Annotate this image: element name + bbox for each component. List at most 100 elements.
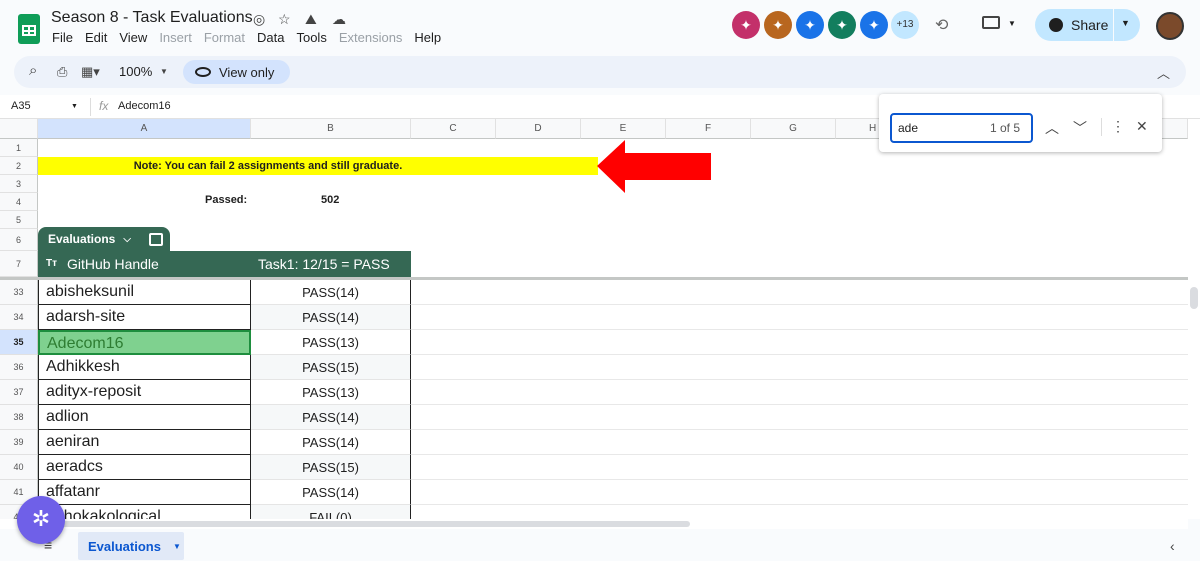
- row-header[interactable]: 2: [0, 157, 38, 175]
- chevron-down-icon[interactable]: ⌵: [123, 234, 131, 245]
- menu-item-help[interactable]: Help: [408, 31, 447, 45]
- view-only-badge[interactable]: View only: [183, 60, 290, 84]
- zoom-chevron-icon[interactable]: ▼: [160, 67, 168, 76]
- row-header[interactable]: 33: [0, 280, 38, 305]
- spreadsheet-grid[interactable]: A B C D E F G H 1 2 3 4 5 6 7 Note: You …: [0, 119, 1188, 519]
- grid-line: [411, 379, 1188, 380]
- row-header[interactable]: 39: [0, 430, 38, 455]
- collaborator-avatar[interactable]: ✦: [828, 11, 856, 39]
- vertical-scrollbar[interactable]: [1188, 119, 1200, 519]
- row-header[interactable]: 34: [0, 305, 38, 330]
- menu-item-tools[interactable]: Tools: [290, 31, 332, 45]
- share-button[interactable]: Share ▼: [1035, 9, 1140, 41]
- sheets-logo-icon[interactable]: [18, 14, 40, 44]
- row-header[interactable]: 3: [0, 175, 38, 193]
- passed-label: Passed:: [205, 194, 248, 206]
- github-handle-cell[interactable]: a7hokakological: [38, 505, 251, 519]
- github-handle-cell[interactable]: adlion: [38, 405, 251, 430]
- github-handle-cell[interactable]: abisheksunil: [38, 280, 251, 305]
- column-header[interactable]: D: [496, 119, 581, 139]
- note-cell[interactable]: Note: You can fail 2 assignments and sti…: [38, 157, 598, 175]
- meet-video-icon[interactable]: [982, 16, 1000, 29]
- user-avatar[interactable]: [1156, 12, 1184, 40]
- cloud-status-icon[interactable]: ☁: [332, 11, 346, 28]
- row-header[interactable]: 37: [0, 380, 38, 405]
- task-result-cell[interactable]: PASS(13): [251, 380, 411, 405]
- task-result-cell[interactable]: PASS(14): [251, 305, 411, 330]
- github-handle-cell[interactable]: aeradcs: [38, 455, 251, 480]
- task-result-cell[interactable]: PASS(14): [251, 405, 411, 430]
- column-header[interactable]: F: [666, 119, 751, 139]
- task-result-cell[interactable]: PASS(14): [251, 430, 411, 455]
- row-header[interactable]: 36: [0, 355, 38, 380]
- table-options-icon[interactable]: [148, 232, 163, 246]
- horizontal-scroll-thumb[interactable]: [55, 521, 690, 527]
- row-header[interactable]: 5: [0, 211, 38, 229]
- collaborator-avatar[interactable]: ✦: [764, 11, 792, 39]
- gemini-fab-icon[interactable]: ✲: [17, 496, 65, 544]
- menu-item-view[interactable]: View: [113, 31, 153, 45]
- close-icon[interactable]: ✕: [1136, 118, 1148, 135]
- column-header[interactable]: B: [251, 119, 411, 139]
- row-header[interactable]: 38: [0, 405, 38, 430]
- column-header[interactable]: C: [411, 119, 496, 139]
- formula-input[interactable]: Adecom16: [118, 100, 171, 112]
- search-menus-icon[interactable]: ⌕: [29, 62, 37, 79]
- table-name-chip[interactable]: Evaluations ⌵: [38, 227, 170, 251]
- collaborator-avatar[interactable]: ✦: [732, 11, 760, 39]
- more-collaborators-badge[interactable]: +13: [891, 11, 919, 39]
- table-header: Tт GitHub Handle Task1: 12/15 = PASS: [38, 251, 411, 277]
- menu-bar: File Edit View Insert Format Data Tools Extensi…: [46, 31, 447, 45]
- column-header[interactable]: E: [581, 119, 666, 139]
- zoom-select[interactable]: 100%: [119, 64, 152, 79]
- collaborator-avatar[interactable]: ✦: [796, 11, 824, 39]
- row-header[interactable]: 40: [0, 455, 38, 480]
- star-icon[interactable]: ☆: [278, 11, 291, 28]
- row-header[interactable]: 35: [0, 330, 38, 355]
- task-result-cell[interactable]: PASS(14): [251, 280, 411, 305]
- row-header[interactable]: 4: [0, 193, 38, 211]
- chevron-down-icon[interactable]: ▼: [1008, 19, 1016, 28]
- menu-item-edit[interactable]: Edit: [79, 31, 113, 45]
- find-next-icon[interactable]: ﹀: [1073, 118, 1087, 138]
- select-all-corner[interactable]: [0, 119, 38, 139]
- task-result-cell[interactable]: PASS(15): [251, 355, 411, 380]
- move-to-drive-icon[interactable]: ◎: [253, 11, 265, 28]
- vertical-scroll-thumb[interactable]: [1190, 287, 1198, 309]
- find-result-count: 1 of 5: [990, 121, 1021, 135]
- row-header[interactable]: 6: [0, 229, 38, 251]
- github-handle-cell[interactable]: Adecom16: [38, 330, 251, 355]
- name-box-dropdown-icon[interactable]: ▼: [71, 103, 78, 110]
- github-handle-cell[interactable]: affatanr: [38, 480, 251, 505]
- github-handle-cell[interactable]: Adhikkesh: [38, 355, 251, 380]
- github-handle-cell[interactable]: aeniran: [38, 430, 251, 455]
- name-box[interactable]: A35: [11, 100, 31, 112]
- chevron-down-icon[interactable]: ▼: [173, 542, 181, 551]
- column-header[interactable]: A: [38, 119, 251, 139]
- menu-item-file[interactable]: File: [46, 31, 79, 45]
- share-dropdown-icon[interactable]: ▼: [1121, 18, 1130, 28]
- github-handle-cell[interactable]: adityx-reposit: [38, 380, 251, 405]
- task-result-cell[interactable]: PASS(14): [251, 480, 411, 505]
- move-icon[interactable]: ⛰: [305, 11, 317, 28]
- task-result-cell[interactable]: PASS(13): [251, 330, 411, 355]
- more-options-icon[interactable]: ⋮: [1111, 118, 1125, 135]
- collapse-side-panel-icon[interactable]: ‹: [1170, 538, 1175, 554]
- document-title[interactable]: Season 8 - Task Evaluations: [51, 9, 253, 27]
- row-header[interactable]: 1: [0, 139, 38, 157]
- menu-item-format: Format: [203, 30, 245, 45]
- github-handle-cell[interactable]: adarsh-site: [38, 305, 251, 330]
- find-previous-icon[interactable]: ︿: [1045, 118, 1059, 138]
- task-result-cell[interactable]: FAIL(0): [251, 505, 411, 519]
- collapse-toolbar-icon[interactable]: ︿: [1157, 63, 1170, 82]
- version-history-icon[interactable]: ⟲: [935, 15, 948, 35]
- row-header[interactable]: 7: [0, 251, 38, 277]
- column-header[interactable]: G: [751, 119, 836, 139]
- task-result-cell[interactable]: PASS(15): [251, 455, 411, 480]
- paint-format-icon[interactable]: ▦▾: [81, 64, 100, 80]
- collaborator-avatar[interactable]: ✦: [860, 11, 888, 39]
- fx-icon: fx: [99, 99, 109, 113]
- print-icon[interactable]: ⎙: [57, 64, 67, 80]
- menu-item-data[interactable]: Data: [251, 31, 290, 45]
- sheet-tab-evaluations[interactable]: Evaluations ▼: [78, 532, 184, 560]
